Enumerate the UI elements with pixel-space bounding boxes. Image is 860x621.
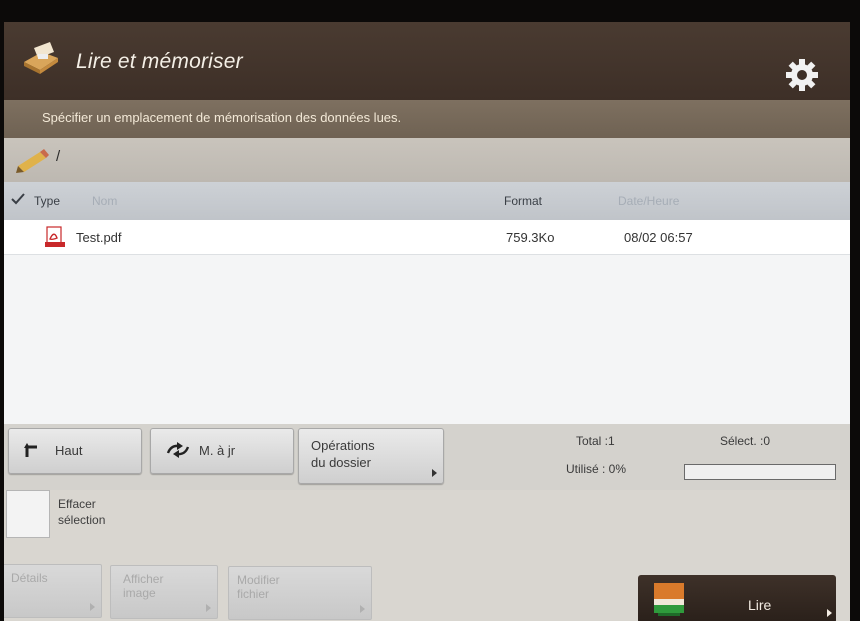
file-list: Test.pdf 759.3Ko 08/02 06:57	[4, 220, 850, 424]
file-list-header: Type Nom Format Date/Heure	[4, 182, 850, 220]
show-image-label: Afficher image	[123, 572, 163, 600]
submenu-arrow-icon	[432, 469, 437, 477]
up-label: Haut	[55, 443, 83, 458]
folder-operations-line1: Opérations	[311, 438, 375, 453]
scan-icon	[654, 583, 684, 616]
read-label: Lire	[748, 597, 772, 613]
used-percent: Utilisé : 0%	[566, 462, 627, 476]
selected-count: Sélect. :0	[720, 434, 771, 448]
details-label: Détails	[11, 571, 48, 585]
screen: Lire et mémoriser Spécifier un emplaceme…	[4, 22, 850, 621]
table-row[interactable]: Test.pdf 759.3Ko 08/02 06:57	[4, 220, 850, 255]
column-format[interactable]: Format	[504, 194, 542, 208]
submenu-arrow-icon	[206, 604, 211, 612]
submenu-arrow-icon	[360, 605, 365, 613]
column-type[interactable]: Type	[34, 194, 60, 208]
pencil-icon[interactable]	[14, 146, 52, 174]
refresh-button[interactable]: M. à jr	[150, 428, 294, 474]
up-button[interactable]: Haut	[8, 428, 142, 474]
page-title: Lire et mémoriser	[76, 50, 243, 73]
file-date: 08/02 06:57	[624, 230, 693, 245]
clear-selection-label: Effacer sélection	[58, 496, 105, 528]
usage-bar	[684, 464, 836, 480]
column-date[interactable]: Date/Heure	[618, 194, 679, 208]
folder-operations-line2: du dossier	[311, 455, 371, 470]
clear-selection-line2: sélection	[58, 513, 106, 527]
details-button[interactable]: Détails	[4, 564, 102, 618]
modify-file-line1: Modifier	[237, 573, 280, 587]
total-count: Total :1	[576, 434, 615, 448]
path-bar: /	[4, 138, 850, 182]
up-arrow-icon	[24, 443, 37, 457]
file-name: Test.pdf	[76, 230, 122, 245]
current-path: /	[56, 148, 61, 165]
folder-toolbar: Haut M. à jr Opérations du dossier Total…	[4, 424, 850, 490]
folder-operations-label: Opérations du dossier	[311, 437, 375, 471]
gear-icon[interactable]	[782, 55, 822, 95]
checkmark-icon[interactable]	[10, 192, 26, 206]
scan-and-store-icon	[24, 42, 58, 74]
show-image-button[interactable]: Afficher image	[110, 565, 218, 619]
refresh-label: M. à jr	[199, 443, 236, 458]
modify-file-label: Modifier fichier	[237, 573, 280, 601]
show-image-line2: image	[123, 586, 156, 600]
instruction-bar: Spécifier un emplacement de mémorisation…	[4, 100, 850, 138]
title-bar: Lire et mémoriser	[4, 22, 850, 100]
column-name[interactable]: Nom	[92, 194, 117, 208]
show-image-line1: Afficher	[123, 572, 164, 586]
instruction-text: Spécifier un emplacement de mémorisation…	[42, 110, 402, 125]
modify-file-line2: fichier	[237, 587, 270, 601]
submenu-arrow-icon	[827, 609, 832, 617]
pdf-file-icon	[45, 226, 65, 247]
modify-file-button[interactable]: Modifier fichier	[228, 566, 372, 620]
read-button[interactable]: Lire	[638, 575, 836, 621]
file-size: 759.3Ko	[506, 230, 555, 245]
refresh-icon	[166, 442, 190, 458]
clear-selection-line1: Effacer	[58, 497, 96, 511]
folder-operations-button[interactable]: Opérations du dossier	[298, 428, 444, 484]
submenu-arrow-icon	[90, 603, 95, 611]
clear-selection-button[interactable]	[6, 490, 50, 538]
